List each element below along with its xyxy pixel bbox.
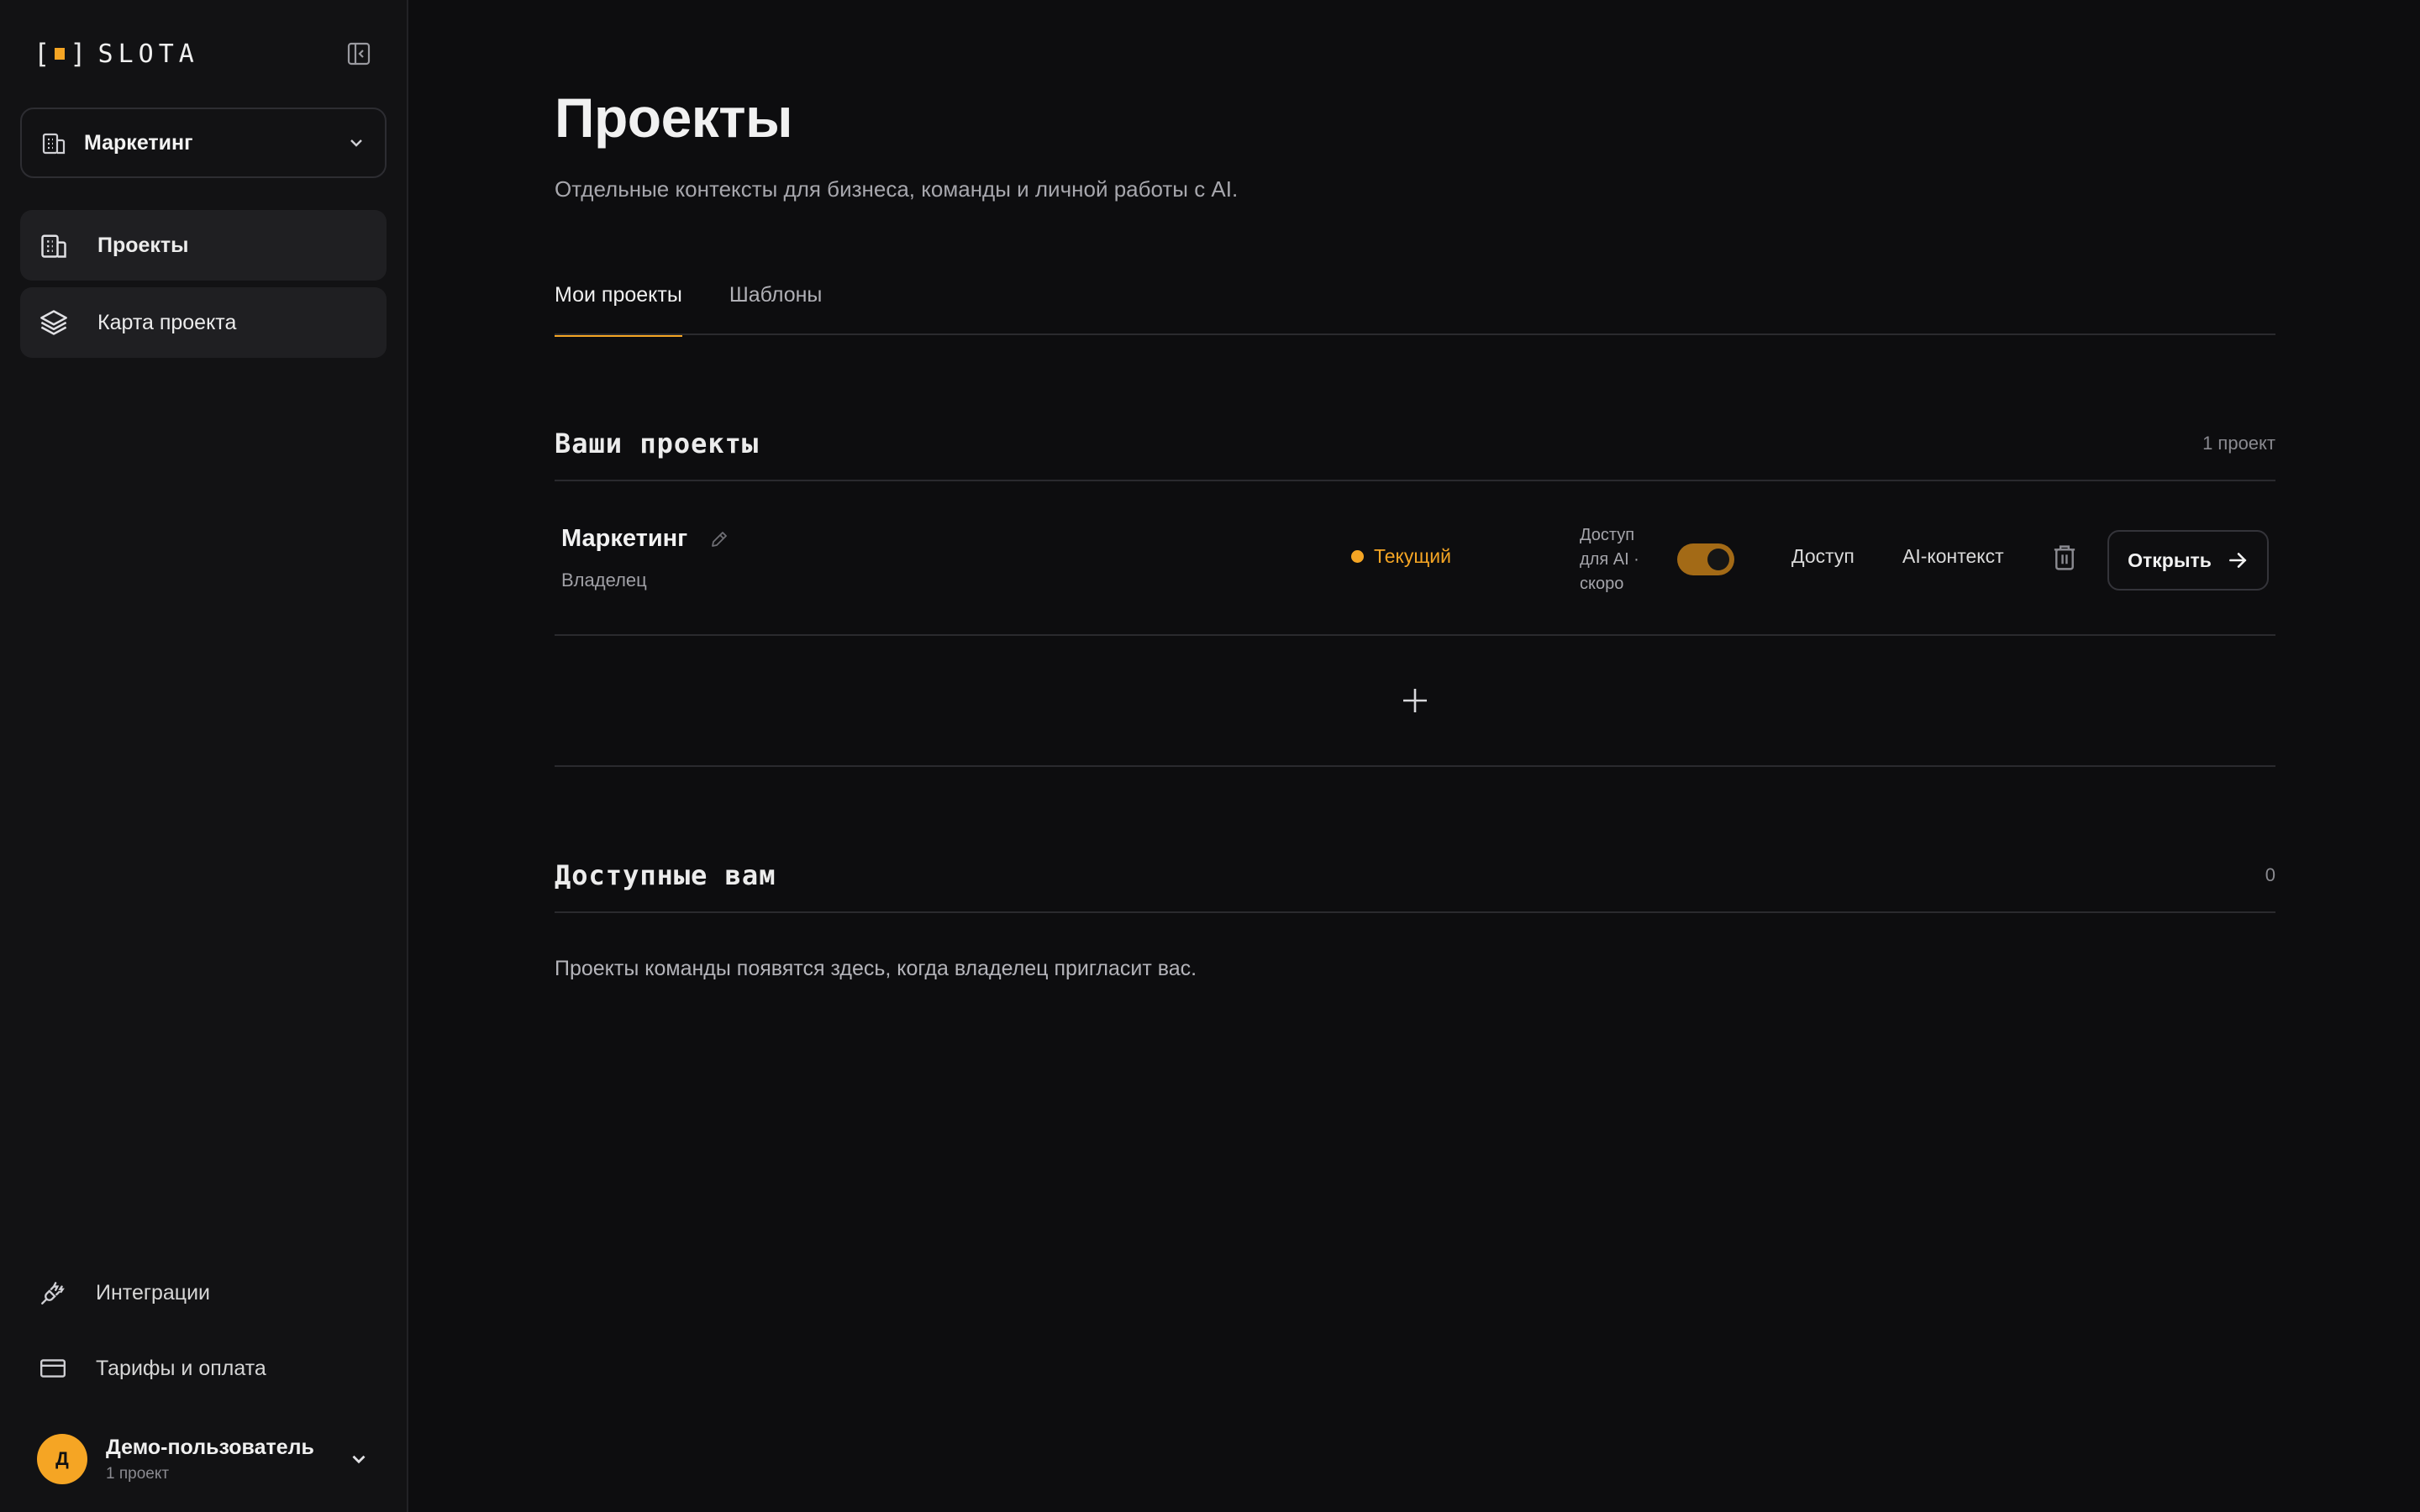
workspace-selector[interactable]: Маркетинг — [20, 108, 387, 178]
project-row[interactable]: Маркетинг Владелец Текущий Доступ для AI… — [555, 481, 2275, 636]
toggle-knob — [1707, 549, 1729, 570]
brand-bar: [] SLOTA — [0, 0, 407, 108]
sidebar-item-projects[interactable]: Проекты — [20, 210, 387, 281]
status-label: Текущий — [1374, 545, 1451, 567]
section-count: 1 проект — [2202, 433, 2275, 454]
shared-projects-header: Доступные вам 0 — [555, 839, 2275, 913]
workspace-name: Маркетинг — [84, 130, 193, 155]
user-name: Демо-пользователь — [106, 1435, 314, 1459]
user-menu[interactable]: Д Демо-пользователь 1 проект — [20, 1406, 387, 1512]
sidebar-nav: Проекты Карта проекта — [20, 210, 387, 358]
pencil-icon[interactable] — [709, 529, 729, 549]
add-project-button[interactable] — [555, 636, 2275, 767]
page-subtitle: Отдельные контексты для бизнеса, команды… — [555, 176, 1239, 202]
app-root: [] SLOTA Маркетинг Проекты Карта проекта… — [0, 0, 2420, 1512]
avatar: Д — [37, 1434, 87, 1484]
status-dot — [1351, 550, 1364, 563]
tabs: Мои проекты Шаблоны — [555, 280, 2275, 337]
sidebar-item-label: Карта проекта — [97, 310, 237, 334]
content-container: Проекты Отдельные контексты для бизнеса,… — [555, 0, 2275, 981]
chevron-down-icon — [352, 1455, 366, 1464]
arrow-right-icon — [2228, 553, 2247, 568]
project-name-row: Маркетинг — [561, 525, 729, 553]
main-content: Проекты Отдельные контексты для бизнеса,… — [408, 0, 2420, 1512]
project-role: Владелец — [561, 570, 647, 591]
user-project-count: 1 проект — [106, 1464, 170, 1483]
sidebar-item-integrations[interactable]: Интеграции — [20, 1255, 387, 1331]
tab-my-projects[interactable]: Мои проекты — [555, 280, 682, 337]
logo[interactable]: [] SLOTA — [34, 38, 199, 70]
status-badge: Текущий — [1351, 545, 1451, 568]
brand-name: SLOTA — [97, 39, 199, 69]
plug-icon — [41, 1282, 65, 1305]
sidebar-item-label: Тарифы и оплата — [96, 1356, 266, 1380]
ai-access-label: Доступ для AI · скоро — [1580, 526, 1639, 593]
sidebar: [] SLOTA Маркетинг Проекты Карта проекта… — [0, 0, 408, 1512]
trash-icon[interactable] — [2052, 543, 2077, 572]
access-button[interactable]: Доступ — [1791, 545, 1854, 568]
section-count: 0 — [2265, 864, 2275, 885]
logo-mark-icon: [] — [34, 38, 87, 70]
empty-state-text: Проекты команды появятся здесь, когда вл… — [555, 957, 1197, 980]
sidebar-item-label: Проекты — [97, 233, 189, 257]
sidebar-item-project-map[interactable]: Карта проекта — [20, 287, 387, 358]
collapse-sidebar-button[interactable] — [345, 39, 373, 68]
open-project-button[interactable]: Открыть — [2107, 530, 2269, 591]
plus-icon — [1403, 689, 1427, 712]
building-icon — [41, 234, 66, 258]
ai-access-toggle[interactable] — [1677, 543, 1734, 575]
chevron-down-icon — [350, 139, 362, 147]
layers-icon — [40, 310, 67, 335]
my-projects-header: Ваши проекты 1 проект — [555, 407, 2275, 481]
credit-card-icon — [40, 1359, 66, 1378]
open-button-label: Открыть — [2128, 549, 2212, 571]
user-info: Демо-пользователь 1 проект — [106, 1436, 329, 1483]
sidebar-item-label: Интеграции — [96, 1280, 211, 1305]
tab-templates[interactable]: Шаблоны — [729, 280, 823, 335]
section-title: Доступные вам — [555, 859, 776, 891]
sidebar-bottom: Интеграции Тарифы и оплата Д Демо-пользо… — [20, 1255, 387, 1512]
sidebar-item-billing[interactable]: Тарифы и оплата — [20, 1331, 387, 1406]
sidebar-collapse-icon — [347, 42, 371, 66]
project-info: Маркетинг Владелец — [561, 525, 729, 591]
building-icon — [42, 133, 66, 155]
page-title: Проекты — [555, 87, 793, 149]
section-title: Ваши проекты — [555, 428, 760, 459]
project-name: Маркетинг — [561, 525, 688, 552]
ai-context-button[interactable]: AI-контекст — [1902, 545, 2004, 568]
